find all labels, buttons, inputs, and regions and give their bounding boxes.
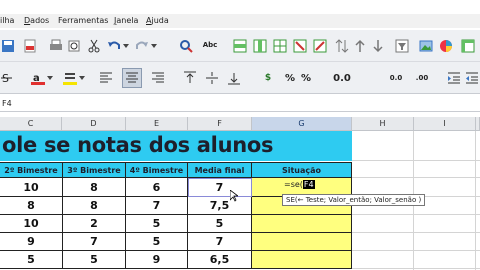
table-cell[interactable]: 10	[0, 215, 63, 233]
redo-icon[interactable]	[134, 38, 150, 54]
table-cell[interactable]: 5	[0, 251, 63, 269]
delete-row-icon[interactable]	[292, 38, 308, 54]
remove-decimal-icon[interactable]: .00	[410, 68, 434, 88]
table-cell[interactable]: 6	[126, 178, 188, 197]
column-header-h[interactable]: H	[352, 117, 414, 131]
column-header-c[interactable]: C	[0, 117, 62, 131]
menu-dados[interactable]: Dados	[24, 16, 49, 25]
table-cell[interactable]: 5	[188, 215, 252, 233]
print-preview-icon[interactable]	[66, 38, 82, 54]
header-situacao[interactable]: Situação	[252, 162, 352, 178]
header-4-bimestre[interactable]: 4º Bimestre	[126, 162, 188, 178]
column-header-f[interactable]: F	[188, 117, 252, 131]
pdf-icon[interactable]	[22, 38, 38, 54]
column-header-i[interactable]: I	[414, 117, 476, 131]
pivot-table-icon[interactable]	[460, 38, 476, 54]
sort-icon[interactable]	[334, 38, 350, 54]
currency-format-icon[interactable]: $	[258, 68, 278, 88]
table-cell[interactable]: 2	[63, 215, 126, 233]
undo-dropdown-icon[interactable]	[122, 42, 130, 50]
insert-chart-icon[interactable]	[438, 38, 454, 54]
table-cell[interactable]: 9	[0, 233, 63, 251]
find-replace-icon[interactable]	[178, 38, 194, 54]
table-cell[interactable]: 5	[126, 233, 188, 251]
redo-dropdown-icon[interactable]	[150, 42, 158, 50]
header-media-final[interactable]: Media final	[188, 162, 252, 178]
table-cell[interactable]: 7,5	[188, 197, 252, 215]
insert-table-icon[interactable]	[272, 38, 288, 54]
situacao-cell[interactable]	[252, 233, 352, 251]
table-cell[interactable]: 5	[126, 215, 188, 233]
print-icon[interactable]	[48, 38, 64, 54]
row-icon[interactable]	[232, 38, 248, 54]
align-right-icon[interactable]	[150, 70, 166, 86]
standard-toolbar: Abc	[0, 30, 480, 62]
table-cell[interactable]: 8	[63, 197, 126, 215]
save-icon[interactable]	[0, 38, 16, 54]
header-3-bimestre[interactable]: 3º Bimestre	[63, 162, 126, 178]
strikethrough-icon[interactable]: S	[0, 70, 14, 86]
menu-planilha[interactable]: ilha	[0, 16, 14, 25]
sort-descending-icon[interactable]	[370, 38, 386, 54]
sort-ascending-icon[interactable]	[352, 38, 368, 54]
align-left-icon[interactable]	[98, 70, 114, 86]
font-color-icon[interactable]: a	[30, 70, 46, 86]
align-middle-icon[interactable]	[204, 70, 220, 86]
function-tooltip: SE(← Teste; Valor_então; Valor_senão )	[282, 194, 426, 206]
title-banner: ole se notas dos alunos	[0, 131, 352, 161]
name-box[interactable]: F4	[2, 99, 12, 108]
column-icon[interactable]	[252, 38, 268, 54]
header-2-bimestre[interactable]: 2º Bimestre	[0, 162, 63, 178]
font-color-dropdown-icon[interactable]	[46, 74, 54, 82]
table-cell[interactable]: 6,5	[188, 251, 252, 269]
delete-column-icon[interactable]	[312, 38, 328, 54]
table-cell[interactable]: 9	[126, 251, 188, 269]
table-cell[interactable]: 10	[0, 178, 63, 197]
align-top-icon[interactable]	[182, 70, 198, 86]
formatting-toolbar: S a $ % % 0.0 0.0 .00	[0, 62, 480, 94]
align-center-icon[interactable]	[122, 68, 142, 88]
formula-bar: F4	[0, 96, 480, 112]
table-cell[interactable]: 5	[63, 251, 126, 269]
column-header-j[interactable]	[476, 117, 480, 131]
selected-cell-f4[interactable]	[188, 178, 252, 197]
situacao-cell[interactable]	[252, 251, 352, 269]
number-format-icon[interactable]: %	[296, 68, 316, 88]
zoom-value: 0.0	[333, 72, 351, 84]
indent-icon[interactable]	[446, 70, 462, 86]
highlight-color-icon[interactable]	[62, 70, 78, 86]
column-header-e[interactable]: E	[126, 117, 188, 131]
situacao-cell[interactable]	[252, 215, 352, 233]
column-header-d[interactable]: D	[62, 117, 126, 131]
insert-image-icon[interactable]	[418, 38, 434, 54]
menu-ajuda[interactable]: Ajuda	[146, 16, 169, 25]
table-cell[interactable]: 7	[126, 197, 188, 215]
add-decimal-icon[interactable]: 0.0	[384, 68, 408, 88]
table-cell[interactable]: 8	[0, 197, 63, 215]
autofilter-icon[interactable]	[394, 38, 410, 54]
highlight-dropdown-icon[interactable]	[78, 74, 86, 82]
menu-bar: ilha Dados Ferramentas Janela Ajuda	[0, 14, 480, 28]
outdent-icon[interactable]	[464, 70, 480, 86]
menu-ferramentas[interactable]: Ferramentas	[58, 16, 108, 25]
undo-icon[interactable]	[106, 38, 122, 54]
cut-icon[interactable]	[86, 38, 102, 54]
table-cell[interactable]: 8	[63, 178, 126, 197]
table-cell[interactable]: 7	[63, 233, 126, 251]
spellcheck-icon[interactable]: Abc	[200, 36, 220, 54]
align-bottom-icon[interactable]	[226, 70, 242, 86]
cell-formula-editor[interactable]: =se(F4	[284, 180, 315, 189]
mouse-cursor-icon	[230, 190, 238, 202]
sheet-title: ole se notas dos alunos	[2, 133, 274, 157]
column-header-g[interactable]: G	[252, 117, 352, 131]
menu-janela[interactable]: Janela	[114, 16, 138, 25]
table-cell[interactable]: 7	[188, 233, 252, 251]
